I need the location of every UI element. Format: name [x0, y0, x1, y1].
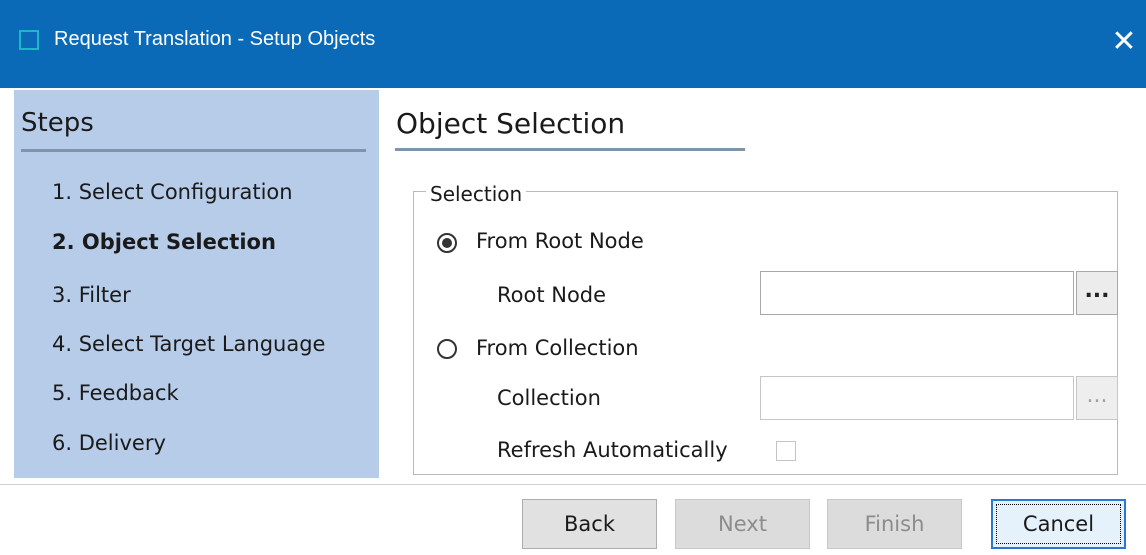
- collection-input[interactable]: [760, 376, 1074, 420]
- step-delivery: 6. Delivery: [52, 431, 166, 455]
- close-icon: ✕: [1111, 24, 1137, 59]
- step-filter: 3. Filter: [52, 283, 131, 307]
- step-select-configuration: 1. Select Configuration: [52, 180, 293, 204]
- step-object-selection: 2. Object Selection: [52, 230, 276, 254]
- next-button[interactable]: Next: [675, 499, 810, 549]
- footer-divider: [0, 484, 1146, 485]
- radio-selected-dot: [442, 238, 452, 248]
- step-feedback: 5. Feedback: [52, 381, 179, 405]
- from-root-node-radio[interactable]: [437, 233, 457, 253]
- from-collection-label: From Collection: [476, 336, 639, 360]
- refresh-automatically-checkbox[interactable]: [776, 441, 796, 461]
- collection-browse-button[interactable]: ...: [1076, 376, 1118, 420]
- root-node-input[interactable]: [760, 271, 1074, 315]
- cancel-button[interactable]: Cancel: [991, 499, 1126, 549]
- steps-title: Steps: [21, 108, 94, 138]
- window-icon: [19, 30, 39, 50]
- focus-rectangle: [996, 504, 1121, 544]
- root-node-browse-button[interactable]: ...: [1076, 271, 1118, 315]
- step-select-target-language: 4. Select Target Language: [52, 332, 326, 356]
- root-node-label: Root Node: [497, 283, 607, 307]
- steps-panel: Steps 1. Select Configuration 2. Object …: [14, 90, 379, 478]
- from-collection-radio[interactable]: [437, 339, 457, 359]
- back-button[interactable]: Back: [522, 499, 657, 549]
- title-divider: [395, 148, 745, 151]
- from-root-node-label: From Root Node: [476, 229, 644, 253]
- selection-legend: Selection: [426, 182, 527, 206]
- steps-divider: [21, 149, 366, 152]
- refresh-automatically-label: Refresh Automatically: [497, 438, 728, 462]
- finish-button[interactable]: Finish: [827, 499, 962, 549]
- page-title: Object Selection: [396, 107, 626, 140]
- window-title: Request Translation - Setup Objects: [54, 28, 376, 50]
- close-button[interactable]: ✕: [1104, 22, 1144, 62]
- collection-label: Collection: [497, 386, 601, 410]
- title-bar: Request Translation - Setup Objects ✕: [0, 0, 1146, 88]
